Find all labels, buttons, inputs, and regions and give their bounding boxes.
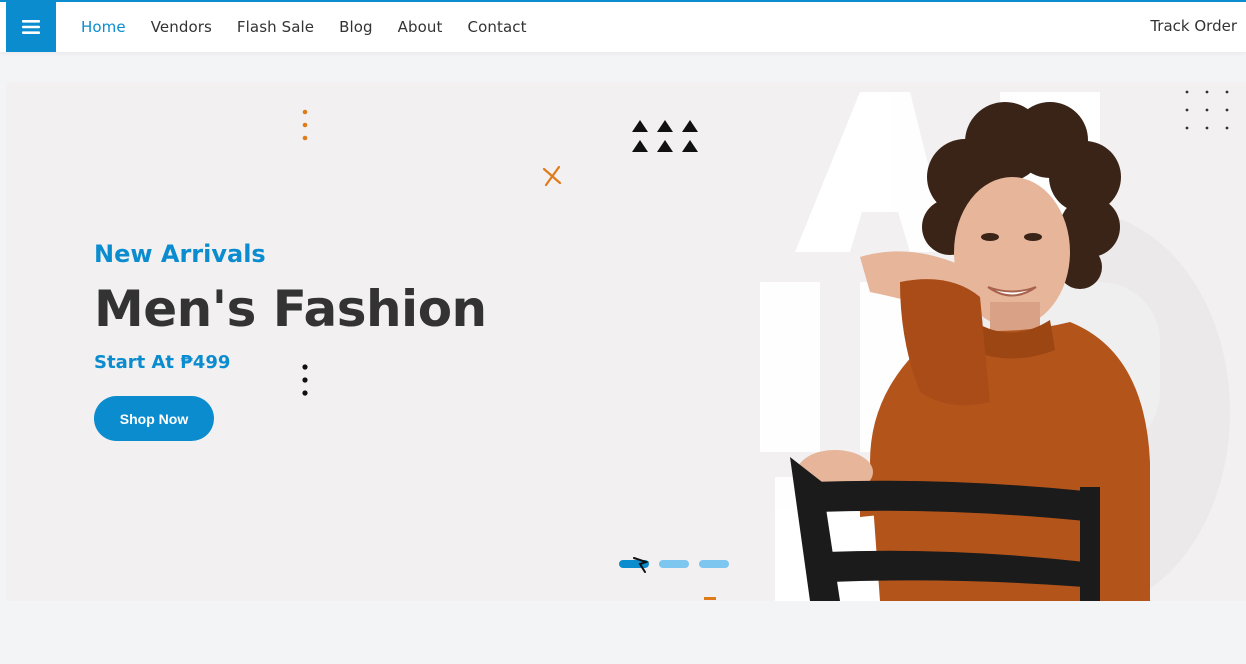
main-nav: Home Vendors Flash Sale Blog About Conta… xyxy=(81,2,552,52)
hero-model-image xyxy=(760,92,1230,601)
black-dots-decoration xyxy=(302,364,308,396)
nav-vendors[interactable]: Vendors xyxy=(151,18,212,36)
orange-dash-decoration xyxy=(704,597,716,600)
top-navbar: Home Vendors Flash Sale Blog About Conta… xyxy=(0,0,1246,52)
track-order-link[interactable]: Track Order xyxy=(1150,17,1237,35)
orange-dots-decoration xyxy=(302,109,308,141)
nav-home[interactable]: Home xyxy=(81,18,126,36)
hamburger-menu-button[interactable] xyxy=(6,2,56,52)
nav-blog[interactable]: Blog xyxy=(339,18,373,36)
hero-banner: New Arrivals Men's Fashion Start At ₱499… xyxy=(6,82,1246,601)
nav-about[interactable]: About xyxy=(398,18,443,36)
shop-now-button[interactable]: Shop Now xyxy=(94,396,214,441)
triangles-decoration xyxy=(632,120,698,152)
nav-contact[interactable]: Contact xyxy=(468,18,527,36)
nav-flash-sale[interactable]: Flash Sale xyxy=(237,18,314,36)
orange-cross-decoration xyxy=(542,165,562,187)
hero-price: Start At ₱499 xyxy=(94,352,231,373)
hero-subtitle: New Arrivals xyxy=(94,240,266,268)
mouse-cursor-icon xyxy=(633,557,650,573)
hero-title: Men's Fashion xyxy=(94,280,487,338)
hamburger-icon xyxy=(22,20,40,34)
slide-dot-3[interactable] xyxy=(699,560,729,568)
slide-dot-2[interactable] xyxy=(659,560,689,568)
